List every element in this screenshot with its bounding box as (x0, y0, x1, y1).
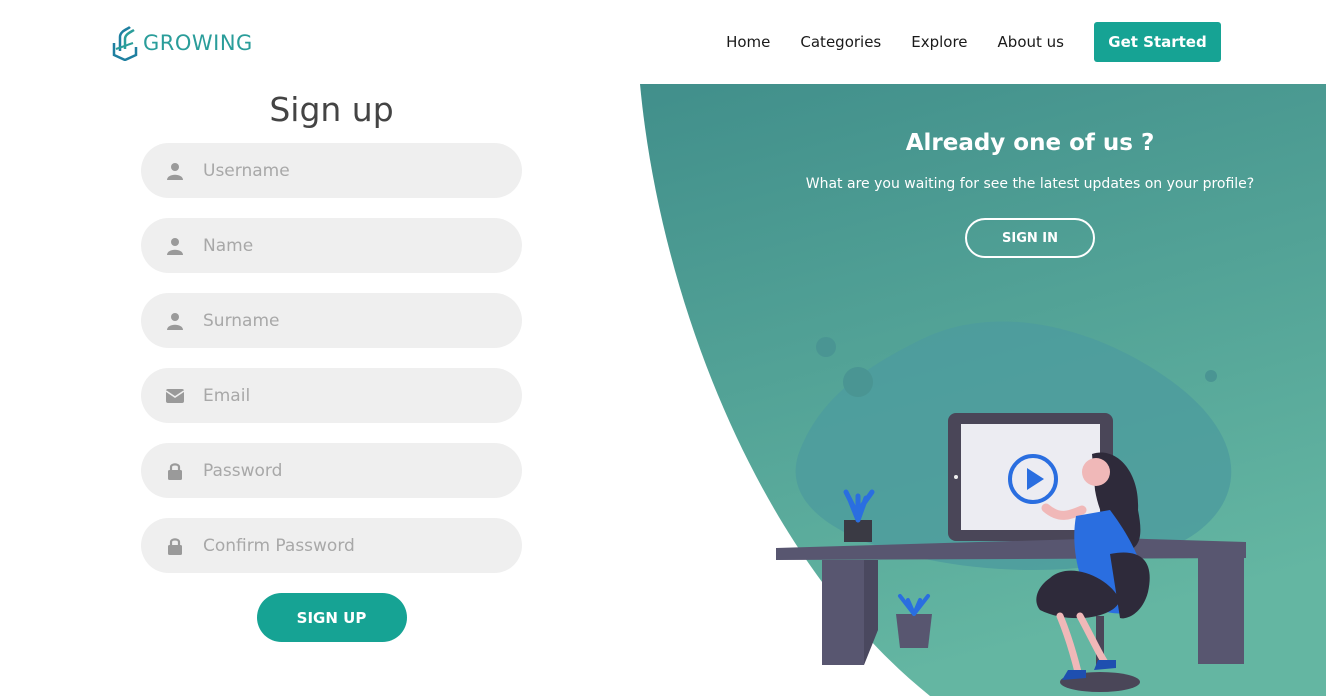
desk-leg (1198, 556, 1244, 664)
bubble-decoration (1205, 370, 1217, 382)
envelope-icon (165, 386, 185, 406)
logo-text: GROWING (143, 31, 253, 55)
submit-wrap: SIGN UP (141, 593, 522, 642)
sign-up-button[interactable]: SIGN UP (256, 593, 407, 642)
username-field (141, 143, 522, 198)
user-icon (165, 161, 185, 181)
person-head (1082, 458, 1110, 486)
nav-explore[interactable]: Explore (911, 22, 967, 62)
confirm-password-input[interactable] (203, 518, 522, 573)
nav-about-us[interactable]: About us (998, 22, 1064, 62)
header: GROWING Home Categories Explore About us… (0, 0, 1326, 84)
email-input[interactable] (203, 368, 522, 423)
signin-subtitle: What are you waiting for see the latest … (805, 176, 1255, 192)
lock-icon (165, 536, 185, 556)
confirm-password-field (141, 518, 522, 573)
lock-icon (165, 461, 185, 481)
signup-form: Sign up SIGN UP (141, 84, 522, 642)
nav-categories[interactable]: Categories (800, 22, 881, 62)
desk-leg (822, 560, 864, 665)
username-input[interactable] (203, 143, 522, 198)
name-input[interactable] (203, 218, 522, 273)
get-started-button[interactable]: Get Started (1094, 22, 1221, 62)
person-leg (1056, 612, 1082, 676)
password-field (141, 443, 522, 498)
main-nav: Home Categories Explore About us Get Sta… (726, 22, 1221, 62)
password-input[interactable] (203, 443, 522, 498)
floor-plant-pot (896, 614, 932, 648)
nav-home[interactable]: Home (726, 22, 770, 62)
surname-field (141, 293, 522, 348)
signin-panel: Already one of us ? What are you waiting… (800, 130, 1260, 258)
form-title: Sign up (269, 90, 394, 129)
plant-pot (844, 520, 872, 542)
sign-in-button[interactable]: SIGN IN (965, 218, 1095, 258)
desk-illustration (776, 321, 1246, 692)
desk-leg-shadow (864, 560, 878, 665)
email-field (141, 368, 522, 423)
logo[interactable]: GROWING (111, 25, 253, 61)
bubble-decoration (816, 337, 836, 357)
signin-title: Already one of us ? (905, 130, 1155, 156)
floor-plant-leaves (898, 594, 930, 616)
user-icon (165, 311, 185, 331)
name-field (141, 218, 522, 273)
surname-input[interactable] (203, 293, 522, 348)
logo-icon (112, 26, 138, 61)
monitor-dot (954, 475, 958, 479)
bubble-decoration (843, 367, 873, 397)
user-icon (165, 236, 185, 256)
